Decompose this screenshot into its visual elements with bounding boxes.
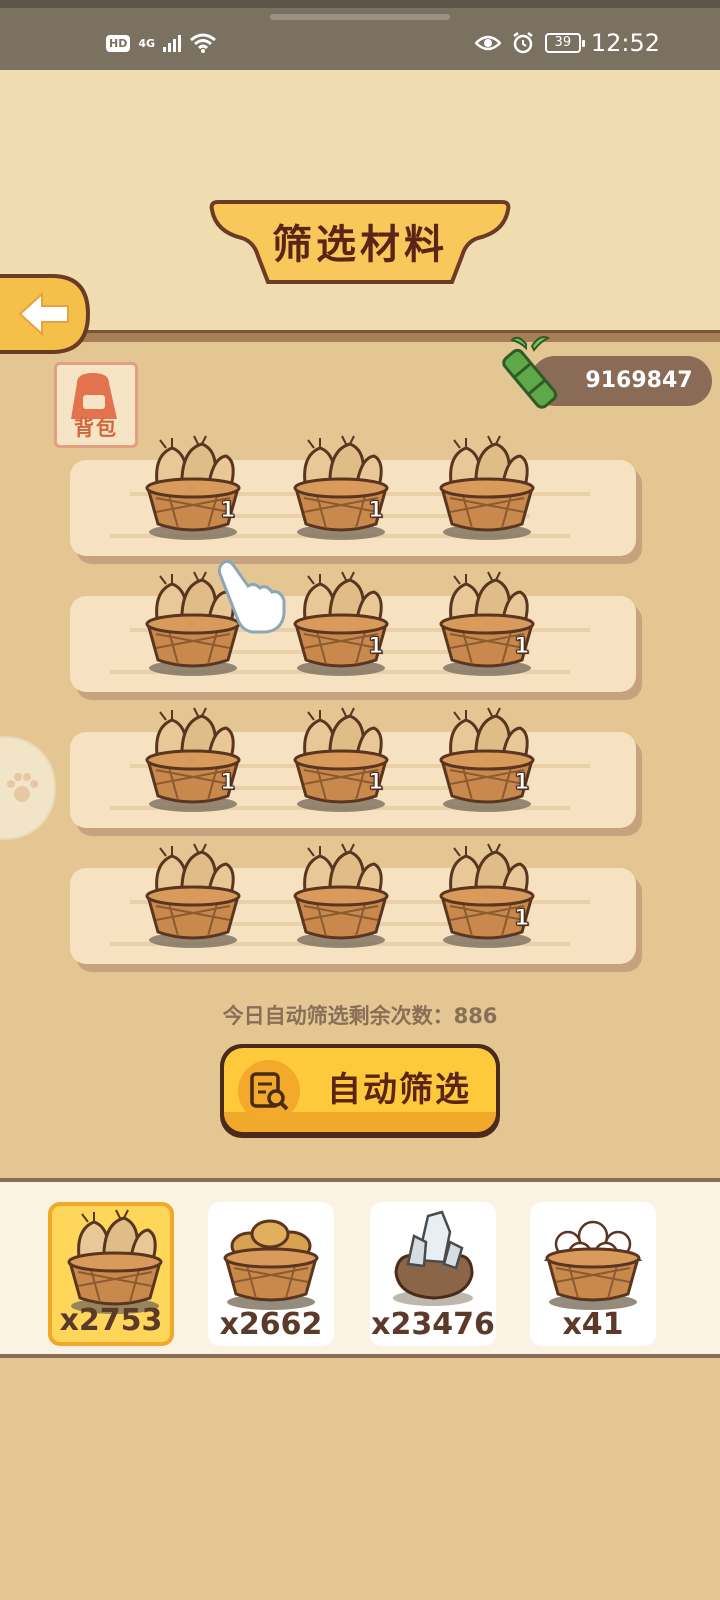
- paw-icon: [7, 773, 38, 802]
- sieve-slot[interactable]: [286, 840, 396, 950]
- slot-count: 1: [219, 770, 236, 796]
- wheat-bundle-basket-icon: [293, 843, 389, 948]
- wheat-bundle-basket-icon: [439, 707, 535, 812]
- back-button[interactable]: [0, 272, 94, 356]
- side-paw-button[interactable]: [0, 736, 56, 840]
- battery-icon: 39: [544, 33, 585, 53]
- notch-pill: [270, 14, 450, 20]
- material-selector-bar: x2753 x2662 x23476 x41: [0, 1178, 720, 1358]
- signal-icon: [163, 34, 182, 52]
- page-title: 筛选材料: [272, 221, 448, 268]
- backpack-button[interactable]: 背包: [54, 362, 138, 448]
- status-bar-strip: [0, 0, 720, 8]
- wheat-bundle-basket-icon: [145, 435, 241, 540]
- material-count: x2662: [219, 1307, 323, 1342]
- slot-count: 1: [513, 770, 530, 796]
- alarm-icon: [513, 32, 533, 54]
- clock: 12:52: [590, 29, 660, 57]
- material-item[interactable]: x41: [530, 1202, 656, 1346]
- wheat-bundle-basket-icon: [293, 435, 389, 540]
- material-count: x2753: [59, 1303, 163, 1338]
- sieve-slot[interactable]: 1: [286, 704, 396, 814]
- hd-badge: HD: [106, 34, 131, 52]
- wheat-bundle-basket-icon: [145, 707, 241, 812]
- slot-count: 1: [367, 634, 384, 660]
- potato-basket-icon: [216, 1202, 326, 1316]
- slot-count: 1: [367, 498, 384, 524]
- slot-count: 1: [367, 770, 384, 796]
- wheat-bundle-basket-icon: [145, 843, 241, 948]
- wheat-bundle-basket-icon: [439, 843, 535, 948]
- title-banner: 筛选材料: [208, 196, 512, 288]
- remaining-count-text: 今日自动筛选剩余次数：886: [222, 1004, 498, 1028]
- sieve-search-icon: [238, 1060, 300, 1122]
- material-item[interactable]: x2662: [208, 1202, 334, 1346]
- material-item[interactable]: x2753: [48, 1202, 174, 1346]
- slot-count: 1: [513, 906, 530, 932]
- status-left: HD 4G: [106, 28, 217, 58]
- eye-icon: [474, 35, 501, 51]
- sieve-slot[interactable]: 1: [286, 568, 396, 678]
- cotton-basket-icon: [538, 1202, 648, 1316]
- slot-count: 1: [219, 498, 236, 524]
- auto-sieve-label: 自动筛选: [327, 1070, 471, 1110]
- hand-pointer-icon: [212, 556, 292, 636]
- status-right: 39 12:52: [474, 28, 660, 58]
- material-item[interactable]: x23476: [370, 1202, 496, 1346]
- auto-sieve-button-face: 自动筛选: [224, 1048, 496, 1132]
- network-type: 4G: [138, 36, 156, 50]
- slot-count: 1: [513, 634, 530, 660]
- sieve-slot[interactable]: 1: [432, 840, 542, 950]
- sieve-slot[interactable]: 1: [138, 704, 248, 814]
- wheat-bundle-basket-icon: [293, 571, 389, 676]
- wheat-bundle-basket-icon: [293, 707, 389, 812]
- currency-display: 9169847: [496, 334, 720, 424]
- sieve-slot[interactable]: 1: [286, 432, 396, 542]
- material-count: x41: [562, 1307, 624, 1342]
- sieve-slot[interactable]: 1: [432, 704, 542, 814]
- back-arrow-icon: [0, 274, 91, 354]
- wheat-bundle-basket-icon: [439, 571, 535, 676]
- sieve-slot[interactable]: 1: [138, 432, 248, 542]
- wheat-bundle-basket-icon: [439, 435, 535, 540]
- backpack-label: 背包: [74, 416, 118, 440]
- sieve-slot[interactable]: [432, 432, 542, 542]
- currency-value: 9169847: [585, 368, 693, 393]
- status-bar: HD 4G 39 12:52: [0, 0, 720, 70]
- auto-sieve-button[interactable]: 自动筛选: [220, 1044, 500, 1138]
- material-count: x23476: [371, 1307, 495, 1342]
- wifi-icon: [190, 33, 216, 53]
- sieve-slot[interactable]: 1: [432, 568, 542, 678]
- bamboo-icon: [502, 336, 558, 409]
- crystal-ore-icon: [378, 1202, 488, 1316]
- sieve-slot[interactable]: [138, 840, 248, 950]
